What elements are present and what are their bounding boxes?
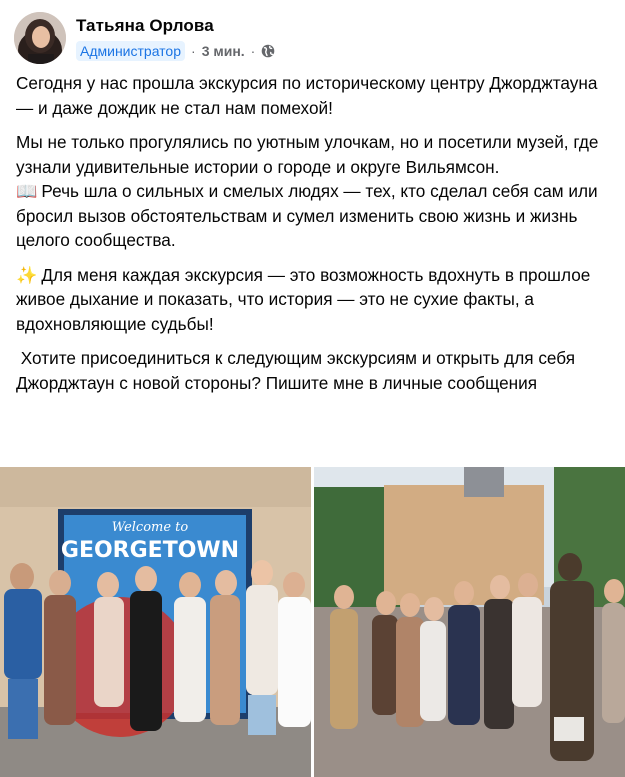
sign-line-1: Welcome to — [112, 520, 189, 535]
sign-line-2: GEORGETOWN — [61, 538, 239, 563]
post-paragraph-2: Мы не только прогулялись по уютным улочк… — [16, 130, 612, 253]
photo-group-statue[interactable] — [314, 467, 625, 777]
post-paragraph-1: Сегодня у нас прошла экскурсия по истори… — [16, 73, 598, 118]
globe-icon[interactable] — [261, 44, 275, 58]
post-time[interactable]: 3 мин. — [202, 43, 245, 59]
post-header: Татьяна Орлова Администратор · 3 мин. · — [14, 12, 611, 68]
book-icon: 📖 — [16, 181, 38, 201]
photo-group-welcome-sign[interactable]: Welcome to GEORGETOWN — [0, 467, 311, 777]
post-paragraph-2a: Мы не только прогулялись по уютным улочк… — [16, 132, 599, 177]
post-paragraph-4: Хотите присоединиться к следующим экскур… — [16, 346, 612, 395]
role-badge[interactable]: Администратор — [76, 41, 186, 61]
post-paragraph-2b: Речь шла о сильных и смелых людях — тех,… — [16, 181, 598, 250]
avatar[interactable] — [14, 12, 66, 64]
post-text: Сегодня у нас прошла экскурсия по истори… — [16, 71, 612, 405]
post-paragraph-4-text: Хотите присоединиться к следующим экскур… — [16, 348, 576, 393]
post-paragraph-3-text: Для меня каждая экскурсия — это возможно… — [16, 264, 591, 334]
post-meta: Администратор · 3 мин. · — [76, 41, 275, 61]
author-name[interactable]: Татьяна Орлова — [76, 16, 214, 36]
post-paragraph-3: ✨ Для меня каждая экскурсия — это возможн… — [16, 263, 612, 337]
meta-separator: · — [191, 43, 196, 59]
sparkles-icon: ✨ — [16, 264, 38, 285]
meta-separator-2: · — [250, 43, 256, 59]
